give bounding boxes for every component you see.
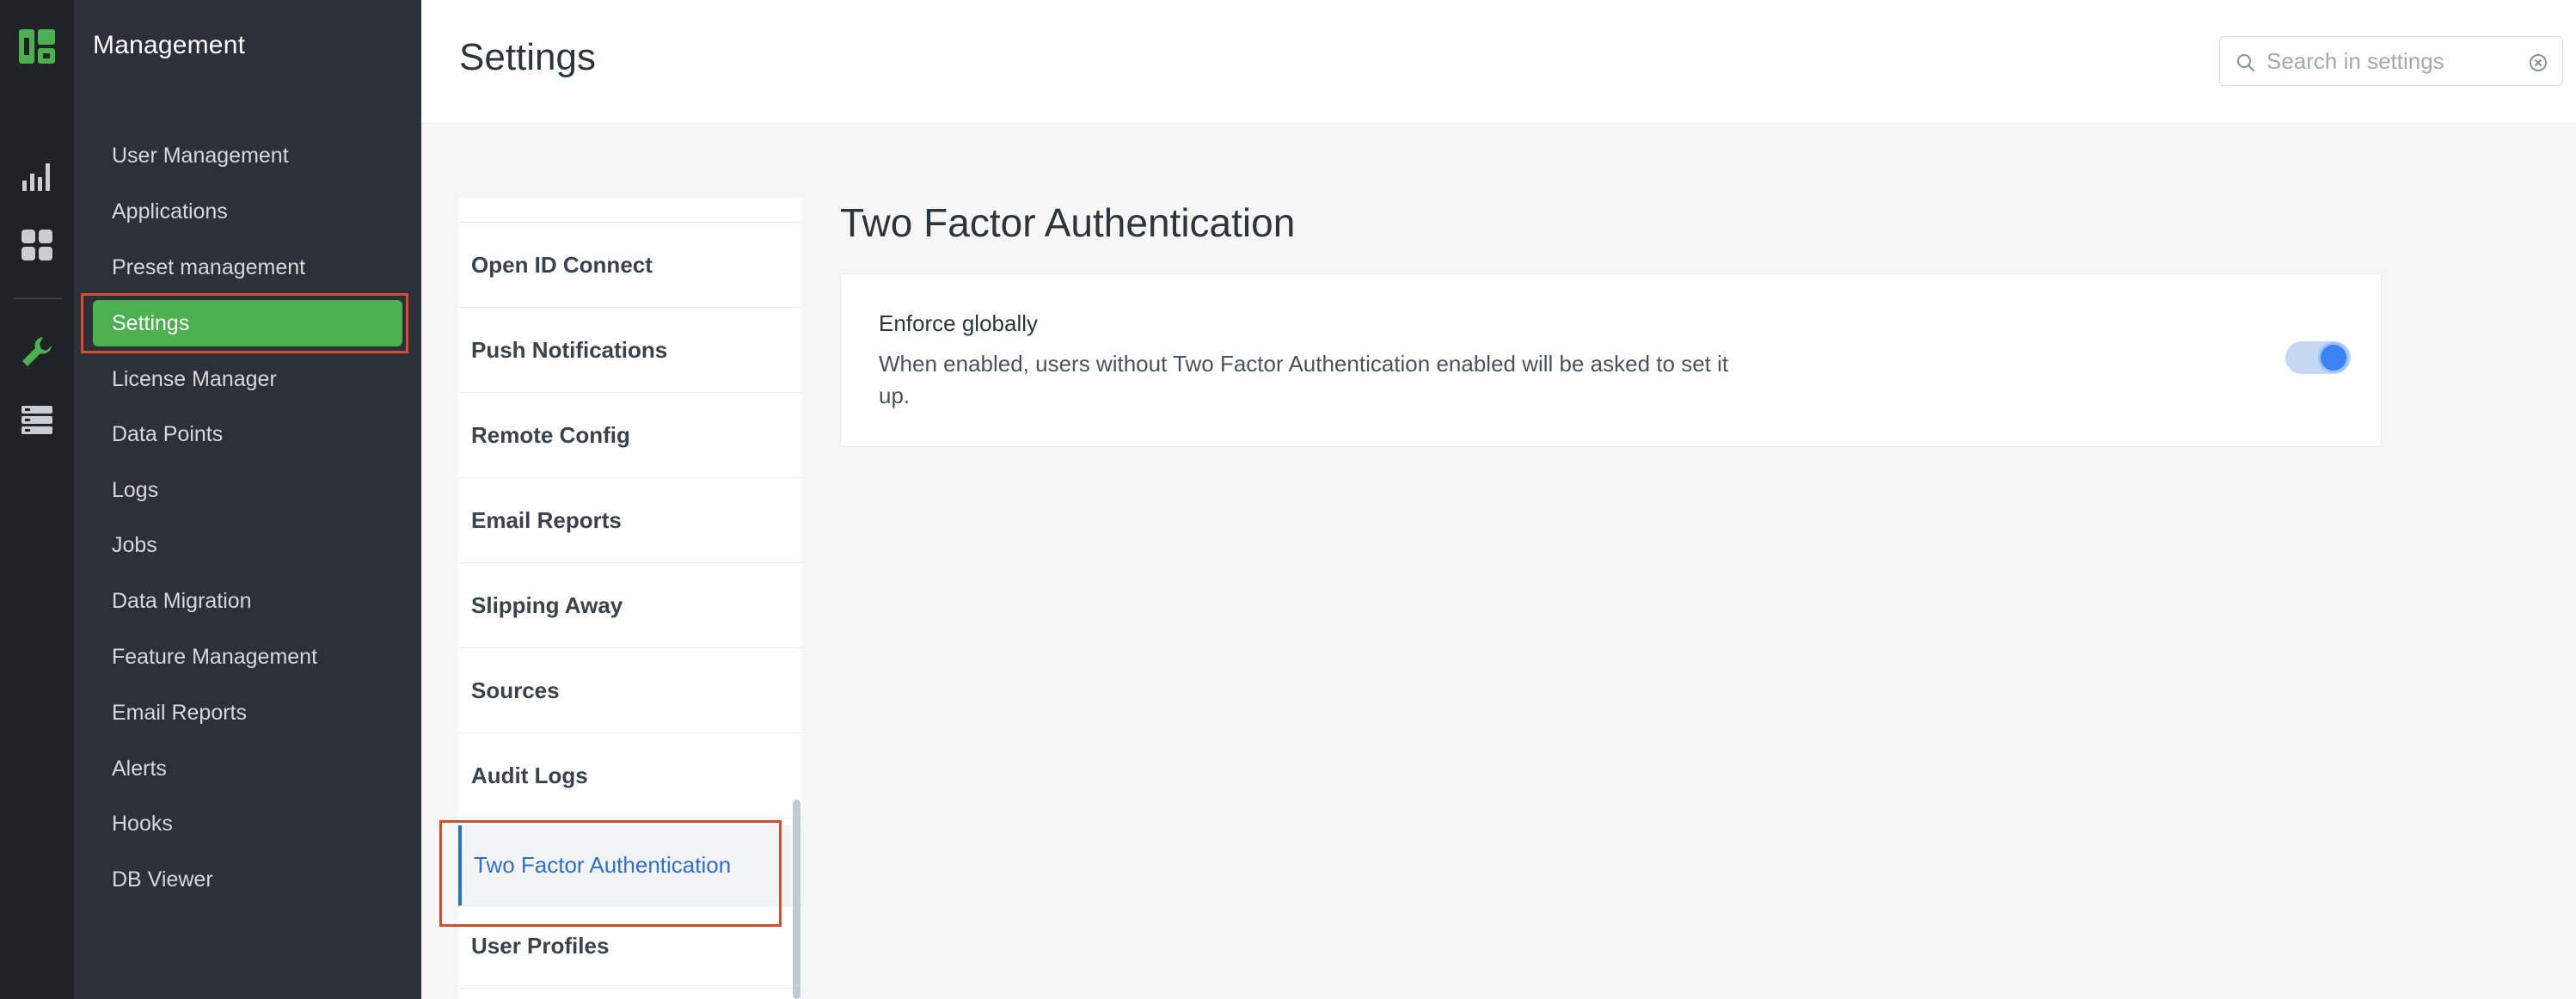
sidebar-item-feature-management[interactable]: Feature Management [93,634,402,680]
list-item-slipping-away[interactable]: Slipping Away [458,563,802,648]
dashboard-icon[interactable] [19,227,55,263]
analytics-icon[interactable] [19,158,55,194]
search-box[interactable] [2219,36,2563,86]
sidebar-item-user-management[interactable]: User Management [93,132,402,179]
toggle-knob [2318,342,2349,373]
sidebar-title: Management [93,31,246,59]
sidebar-item-alerts[interactable]: Alerts [93,745,402,792]
list-item-user-profiles[interactable]: User Profiles [458,904,802,989]
sidebar-item-db-viewer[interactable]: DB Viewer [93,856,402,903]
sidebar-item-hooks[interactable]: Hooks [93,800,402,847]
sidebar-item-license-manager[interactable]: License Manager [93,356,402,402]
search-input[interactable] [2266,44,2516,78]
list-item-audit-logs[interactable]: Audit Logs [458,733,802,818]
list-item-two-factor-authentication[interactable]: Two Factor Authentication [458,825,802,906]
setting-card: Enforce globally When enabled, users wit… [840,273,2382,447]
list-item-open-id-connect[interactable]: Open ID Connect [458,223,802,308]
page-title: Settings [459,36,596,78]
icon-rail [0,0,74,999]
settings-list-scrollbar[interactable] [793,800,800,999]
setting-description: When enabled, users without Two Factor A… [879,351,1729,408]
list-item-sources[interactable]: Sources [458,648,802,733]
search-icon [2237,54,2254,71]
management-sidebar: Management User Management Applications … [74,0,421,999]
sidebar-item-logs[interactable]: Logs [93,467,402,513]
sidebar-item-data-points[interactable]: Data Points [93,411,402,457]
app-logo-icon[interactable] [17,26,57,67]
server-icon[interactable] [19,402,55,438]
list-item-email-reports[interactable]: Email Reports [458,478,802,563]
sidebar-item-jobs[interactable]: Jobs [93,522,402,568]
enforce-globally-toggle[interactable] [2285,341,2351,374]
sidebar-item-data-migration[interactable]: Data Migration [93,578,402,624]
clear-search-icon[interactable] [2528,52,2548,73]
list-item-partial[interactable] [458,198,802,223]
setting-label: Enforce globally [879,310,1038,336]
list-item-remote-config[interactable]: Remote Config [458,393,802,478]
rail-divider [14,297,62,299]
sidebar-item-preset-management[interactable]: Preset management [93,244,402,291]
wrench-icon[interactable] [19,334,55,370]
sidebar-item-applications[interactable]: Applications [93,188,402,235]
sidebar-item-email-reports[interactable]: Email Reports [93,689,402,736]
section-title: Two Factor Authentication [840,200,1296,245]
settings-list: Open ID Connect Push Notifications Remot… [458,198,802,999]
sidebar-item-settings[interactable]: Settings [93,300,402,346]
list-item-push-notifications[interactable]: Push Notifications [458,308,802,393]
